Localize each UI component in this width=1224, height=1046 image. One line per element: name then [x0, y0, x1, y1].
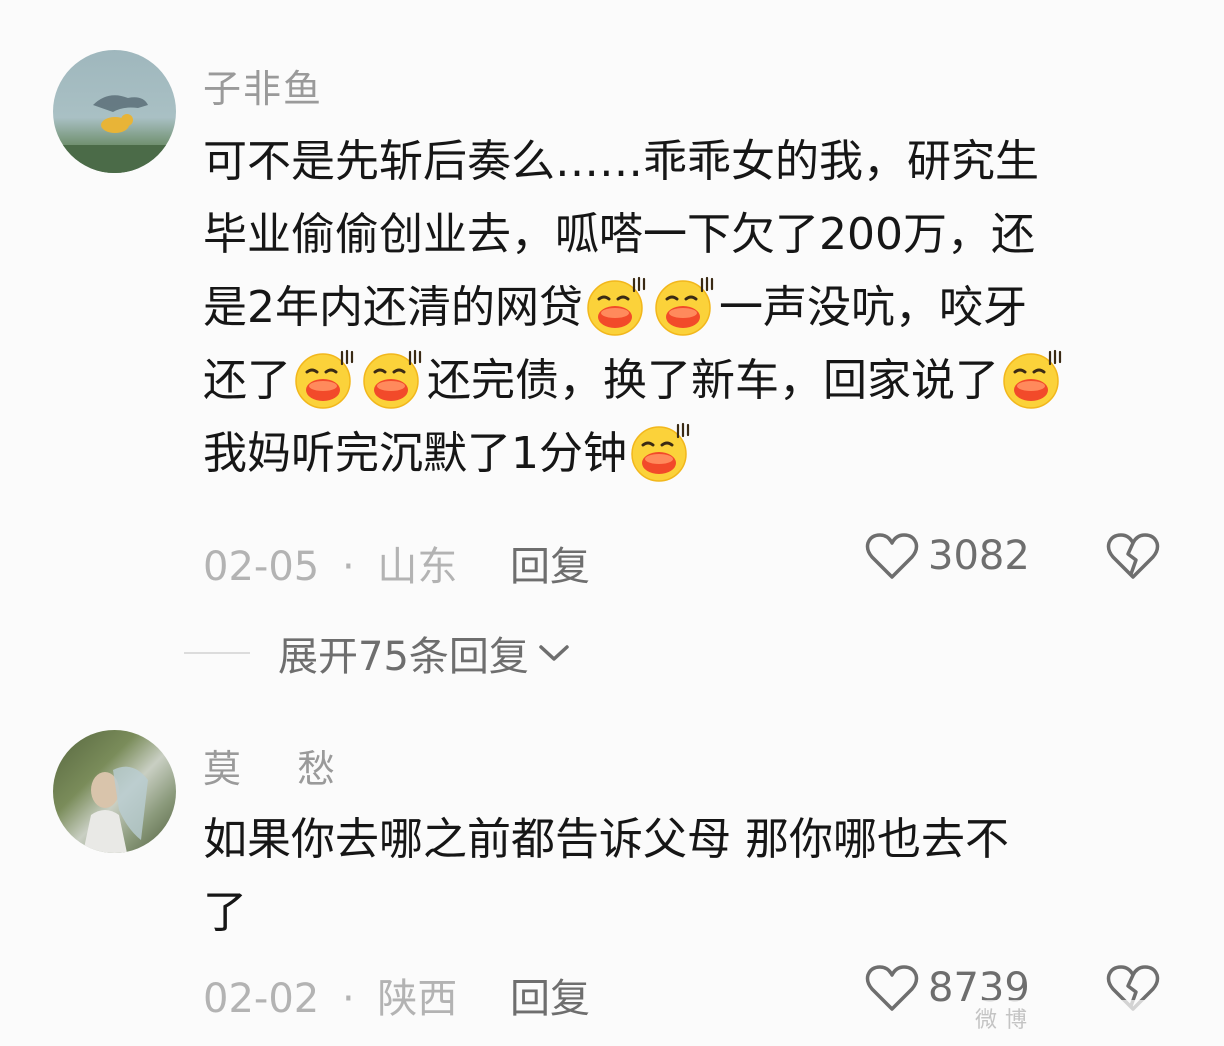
- comment-text-line: 可不是先斩后奏么……乖乖女的我，研究生: [203, 125, 1163, 198]
- comment-date: 02-02: [203, 976, 320, 1022]
- grinning-face-emoji-icon: [1003, 349, 1062, 409]
- comment-text-line: 毕业偷偷创业去，呱嗒一下欠了200万，还: [203, 198, 1163, 271]
- meta-separator: ·: [341, 544, 355, 590]
- watermark: 微博: [975, 1000, 1215, 1042]
- expand-divider: [184, 652, 250, 654]
- comment-text-segment: 可不是先斩后奏么……乖乖女的我，研究生: [203, 136, 1039, 187]
- avatar-image: [83, 766, 148, 853]
- like-button[interactable]: 3082: [864, 530, 1030, 582]
- avatar[interactable]: [53, 730, 176, 853]
- heart-outline-icon: [865, 965, 919, 1011]
- comment-meta: 02-05 · 山东: [203, 534, 457, 592]
- comment-text-segment: 还完债，换了新车，回家说了: [427, 355, 999, 406]
- avatar[interactable]: [53, 50, 176, 173]
- grinning-face-emoji-icon: [363, 349, 422, 409]
- like-count: 3082: [928, 533, 1030, 579]
- expand-replies-button[interactable]: 展开75条回复: [278, 624, 571, 682]
- expand-replies-label: 展开75条回复: [278, 634, 529, 680]
- comment-text-line: 还了 还完债，换了新车，回家说了: [203, 344, 1163, 417]
- avatar-image: [53, 95, 176, 173]
- comment-text-segment: 一声没吭，咬牙: [719, 282, 1027, 333]
- reply-button[interactable]: 回复: [510, 966, 590, 1024]
- comment-text-segment: 我妈听完沉默了1分钟: [203, 428, 627, 479]
- comment-text: 如果你去哪之前都告诉父母 那你哪也去不了: [203, 803, 1163, 949]
- comment-list: 子非鱼 可不是先斩后奏么……乖乖女的我，研究生 毕业偷偷创业去，呱嗒一下欠了200…: [0, 0, 1224, 1046]
- comment-text-segment: 如果你去哪之前都告诉父母 那你哪也去不: [203, 814, 1009, 865]
- grinning-face-emoji-icon: [295, 349, 354, 409]
- comment-text-segment: 还了: [203, 355, 291, 406]
- heart-outline-icon: [865, 533, 919, 579]
- comment-text-segment: 了: [203, 887, 247, 938]
- comment-meta: 02-02 · 陕西: [203, 966, 457, 1024]
- grinning-face-emoji-icon: [587, 276, 646, 336]
- comment-text-line: 是2年内还清的网贷 一声没吭，咬牙: [203, 271, 1163, 344]
- reply-button[interactable]: 回复: [510, 534, 590, 592]
- grinning-face-emoji-icon: [631, 422, 690, 482]
- comment-text-segment: 毕业偷偷创业去，呱嗒一下欠了200万，还: [203, 209, 1035, 260]
- username[interactable]: 莫 愁: [203, 738, 337, 793]
- grinning-face-emoji-icon: [655, 276, 714, 336]
- dislike-button[interactable]: [1106, 530, 1160, 586]
- comment-text-line: 如果你去哪之前都告诉父母 那你哪也去不: [203, 803, 1163, 876]
- comment-text-line: 我妈听完沉默了1分钟: [203, 417, 1163, 490]
- comment-location: 山东: [377, 544, 458, 590]
- broken-heart-icon: [1106, 533, 1160, 579]
- comment-date: 02-05: [203, 544, 320, 590]
- comment-location: 陕西: [377, 976, 458, 1022]
- meta-separator: ·: [341, 976, 355, 1022]
- comment-text-segment: 是2年内还清的网贷: [203, 282, 583, 333]
- comment-text-line: 了: [203, 876, 1163, 949]
- comment-text: 可不是先斩后奏么……乖乖女的我，研究生 毕业偷偷创业去，呱嗒一下欠了200万，还是…: [203, 125, 1163, 490]
- chevron-down-icon: [539, 645, 569, 661]
- username[interactable]: 子非鱼: [203, 58, 323, 113]
